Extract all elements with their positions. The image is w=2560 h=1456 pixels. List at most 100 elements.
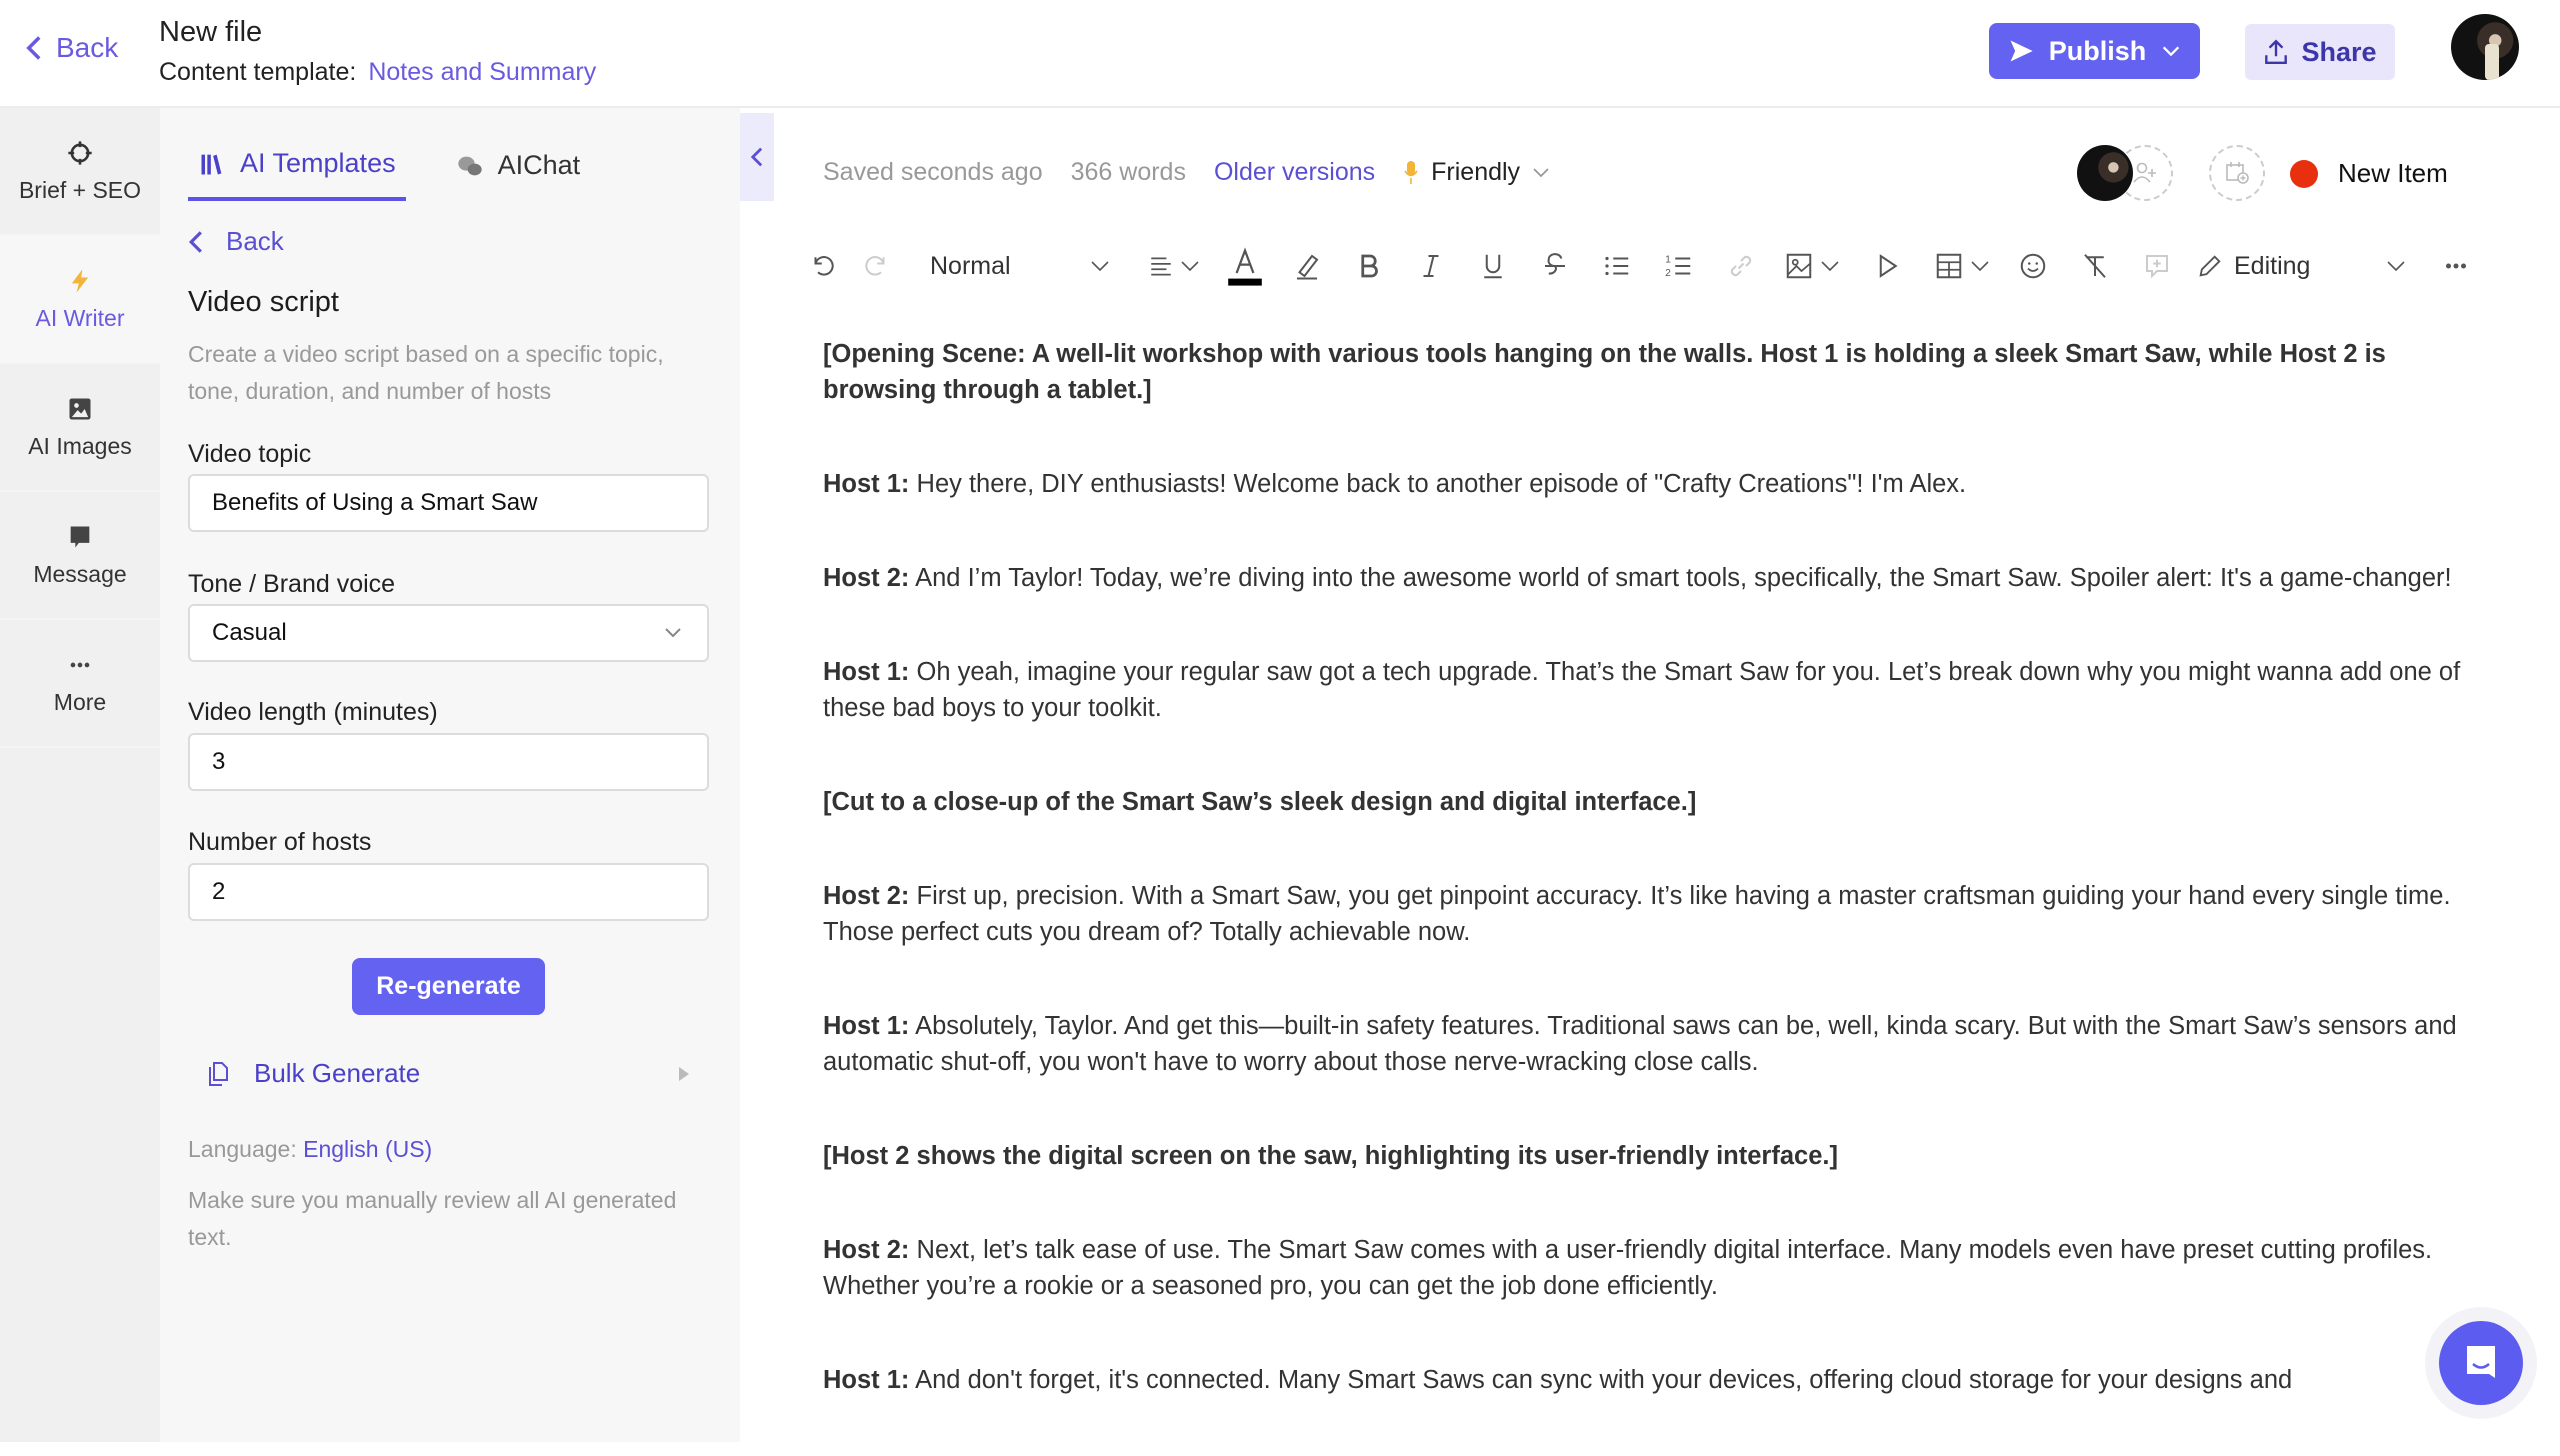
schedule-button[interactable] (2209, 145, 2265, 201)
rail-item-message[interactable]: Message (0, 492, 160, 620)
redo-button[interactable] (846, 240, 906, 292)
numbered-list-button[interactable]: 12 (1648, 240, 1710, 292)
highlighter-icon (1297, 254, 1319, 280)
tab-aichat[interactable]: AIChat (446, 138, 591, 201)
paragraph-style-value: Normal (930, 251, 1011, 280)
language-prefix: Language: (188, 1136, 297, 1162)
lightning-icon (71, 268, 89, 293)
chevron-down-icon (1821, 261, 1839, 272)
collaborator-avatar[interactable] (2077, 145, 2133, 201)
emoji-icon (2020, 253, 2046, 279)
chevron-down-icon (665, 628, 681, 638)
rail-label: Message (33, 560, 127, 587)
tone-label: Tone / Brand voice (188, 570, 396, 598)
highlight-button[interactable] (1276, 240, 1338, 292)
dialogue-text: First up, precision. With a Smart Saw, y… (823, 882, 2451, 946)
bulk-generate-label: Bulk Generate (254, 1058, 421, 1088)
share-button[interactable]: Share (2245, 24, 2395, 80)
video-insert-button[interactable] (1852, 240, 1922, 292)
image-insert-button[interactable] (1772, 240, 1852, 292)
left-rail: Brief + SEO AI Writer AI Images Message … (0, 108, 160, 1442)
link-icon (1730, 255, 1752, 277)
chevron-left-icon (26, 36, 41, 60)
panel-back-button[interactable]: Back (188, 226, 284, 257)
chat-bubbles-icon (457, 156, 482, 175)
bullet-list-button[interactable] (1586, 240, 1648, 292)
language-info: Language: English (US) (188, 1136, 432, 1163)
clear-formatting-button[interactable] (2064, 240, 2126, 292)
hosts-input[interactable]: 2 (188, 863, 709, 921)
bulk-generate-button[interactable]: Bulk Generate (206, 1058, 690, 1089)
library-icon (201, 154, 222, 174)
publish-button[interactable]: Publish (1989, 23, 2200, 79)
regenerate-button[interactable]: Re-generate (352, 958, 545, 1015)
bold-button[interactable] (1338, 240, 1400, 292)
calendar-add-icon (2226, 162, 2249, 184)
tab-ai-templates[interactable]: AI Templates (188, 138, 406, 201)
rail-label: AI Images (28, 432, 132, 459)
template-prefix: Content template: (159, 58, 357, 86)
template-title: Video script (188, 286, 339, 318)
more-options-button[interactable] (2426, 240, 2486, 292)
document-body[interactable]: [Opening Scene: A well-lit workshop with… (823, 336, 2473, 1456)
tone-dropdown[interactable]: Friendly (1403, 158, 1550, 187)
chevron-down-icon (2163, 46, 2180, 57)
status-new-item[interactable]: New Item (2290, 158, 2448, 189)
strikethrough-icon (1545, 253, 1565, 275)
upload-icon (2265, 39, 2288, 64)
older-versions-link[interactable]: Older versions (1214, 158, 1375, 187)
rail-item-ai-images[interactable]: AI Images (0, 364, 160, 492)
template-description: Create a video script based on a specifi… (188, 341, 664, 404)
underline-button[interactable] (1462, 240, 1524, 292)
chevron-down-icon (1533, 167, 1549, 177)
text-color-button[interactable] (1214, 240, 1276, 292)
tone-select[interactable]: Casual (188, 604, 709, 662)
chevron-down-icon (1971, 261, 1989, 272)
redo-icon (865, 256, 885, 276)
share-label: Share (2301, 36, 2377, 67)
template-link[interactable]: Notes and Summary (368, 58, 596, 86)
italic-icon (1423, 255, 1439, 277)
editing-mode-value: Editing (2234, 251, 2311, 280)
user-avatar[interactable] (2451, 14, 2519, 80)
video-length-input[interactable]: 3 (188, 733, 709, 791)
table-insert-button[interactable] (1922, 240, 2002, 292)
rail-item-brief-seo[interactable]: Brief + SEO (0, 108, 160, 236)
editor-meta: Saved seconds ago 366 words Older versio… (823, 158, 1550, 187)
scene-text: [Host 2 shows the digital screen on the … (823, 1142, 1838, 1170)
align-button[interactable] (1134, 240, 1214, 292)
undo-button[interactable] (800, 240, 846, 292)
support-chat-button[interactable] (2439, 1321, 2523, 1405)
paragraph-style-select[interactable]: Normal (930, 252, 1110, 281)
tab-label: AI Templates (240, 148, 396, 178)
play-icon (1879, 254, 1898, 278)
ai-templates-panel: AI Templates AIChat Back Video script Cr… (160, 108, 740, 1442)
ai-disclaimer: Make sure you manually review all AI gen… (188, 1187, 677, 1250)
strikethrough-button[interactable] (1524, 240, 1586, 292)
speaker-label: Host 1: (823, 470, 910, 498)
video-topic-input[interactable]: Benefits of Using a Smart Saw (188, 474, 709, 532)
emoji-button[interactable] (2002, 240, 2064, 292)
status-label: New Item (2338, 158, 2448, 188)
content-template: Content template: Notes and Summary (159, 58, 596, 87)
rail-item-more[interactable]: More (0, 620, 160, 748)
crosshair-icon (68, 140, 92, 165)
link-button[interactable] (1710, 240, 1772, 292)
language-value[interactable]: English (US) (303, 1136, 432, 1162)
send-icon (2010, 40, 2033, 62)
speaker-label: Host 1: (823, 1366, 910, 1394)
tone-value: Casual (212, 619, 287, 646)
back-button[interactable]: Back (24, 32, 118, 64)
speaker-label: Host 1: (823, 1012, 910, 1040)
rail-item-ai-writer[interactable]: AI Writer (0, 236, 160, 364)
microphone-icon (1404, 160, 1418, 184)
dialogue-text: Next, let’s talk ease of use. The Smart … (823, 1236, 2433, 1300)
editing-mode-select[interactable]: Editing (2196, 252, 2406, 281)
speaker-label: Host 1: (823, 658, 910, 686)
italic-button[interactable] (1400, 240, 1462, 292)
editor-toolbar: Normal 12 Editing (800, 240, 2500, 292)
hosts-label: Number of hosts (188, 828, 372, 856)
comment-button[interactable] (2126, 240, 2188, 292)
table-icon (1936, 253, 1962, 279)
collapse-panel-button[interactable] (740, 113, 774, 201)
